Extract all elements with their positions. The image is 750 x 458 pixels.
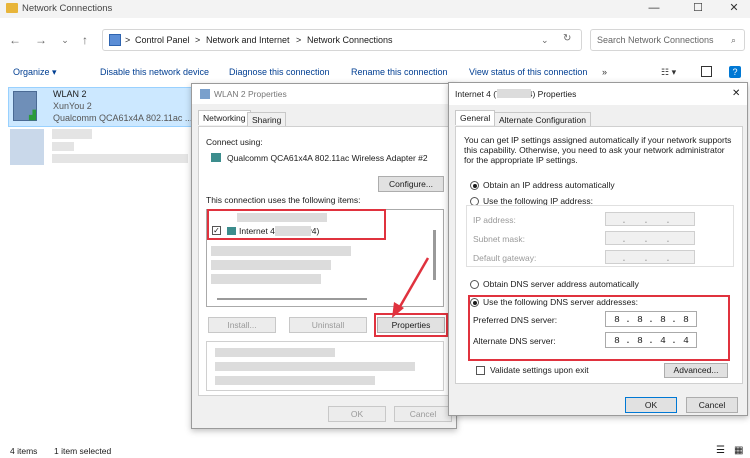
ip-address-label: IP address:	[473, 215, 516, 225]
validate-label[interactable]: Validate settings upon exit	[490, 365, 589, 375]
arrow-to-properties	[396, 257, 430, 311]
tab-alternate-configuration[interactable]: Alternate Configuration	[494, 112, 591, 127]
ipv4-cancel-button[interactable]: Cancel	[686, 397, 738, 413]
redacted-text	[497, 89, 531, 98]
close-icon[interactable]: ✕	[732, 88, 740, 99]
default-gateway-field[interactable]: ...	[605, 250, 695, 264]
highlight-dns	[468, 295, 730, 361]
general-panel: You can get IP settings assigned automat…	[455, 126, 743, 384]
advanced-button[interactable]: Advanced...	[664, 363, 728, 378]
obtain-ip-auto-label[interactable]: Obtain an IP address automatically	[483, 180, 615, 190]
ip-address-field[interactable]: ...	[605, 212, 695, 226]
tab-general[interactable]: General	[455, 110, 496, 125]
description-text: You can get IP settings assigned automat…	[464, 135, 732, 165]
obtain-dns-auto-label[interactable]: Obtain DNS server address automatically	[483, 279, 639, 289]
obtain-dns-auto-radio[interactable]	[470, 280, 479, 289]
ipv4-ok-button[interactable]: OK	[625, 397, 677, 413]
subnet-mask-field[interactable]: ...	[605, 231, 695, 245]
obtain-ip-auto-radio[interactable]	[470, 181, 479, 190]
default-gateway-label: Default gateway:	[473, 253, 537, 263]
ipv4-properties-dialog: Internet 4 (TCP/IPv4) Properties ✕ Gener…	[448, 82, 748, 416]
dialog-titlebar: Internet 4 (TCP/IPv4) Properties ✕	[449, 83, 747, 105]
subnet-mask-label: Subnet mask:	[473, 234, 525, 244]
validate-checkbox[interactable]	[476, 366, 485, 375]
